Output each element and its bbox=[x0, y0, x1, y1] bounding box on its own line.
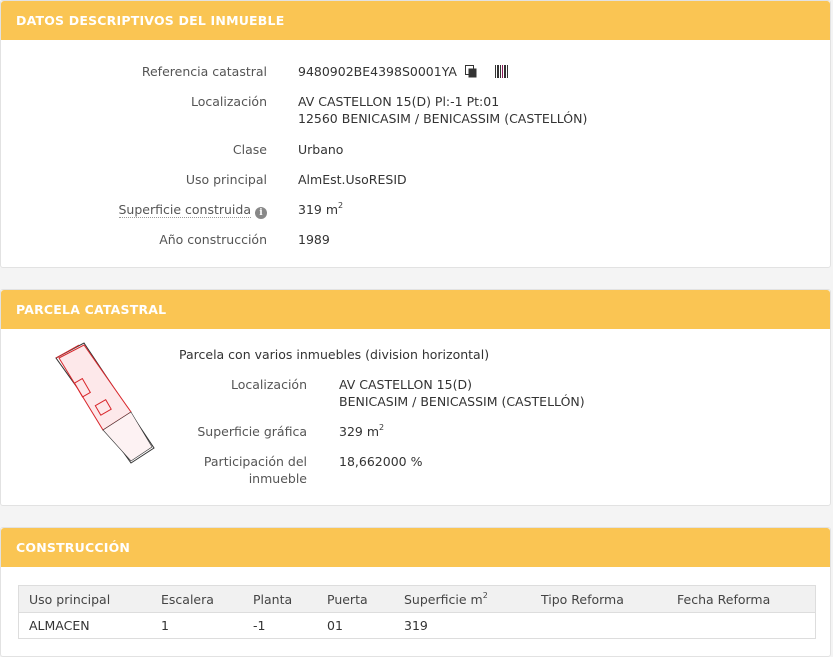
clase-label: Clase bbox=[232, 142, 267, 157]
cell-escalera: 1 bbox=[161, 618, 169, 633]
parcela-part-label-2: inmueble bbox=[248, 471, 307, 486]
loc-value-2: 12560 BENICASIM / BENICASSIM (CASTELLÓN) bbox=[298, 111, 588, 126]
ref-value: 9480902BE4398S0001YA bbox=[298, 64, 457, 79]
parcela-sup-value: 329 m bbox=[339, 424, 380, 439]
sup-label: Superficie construida bbox=[118, 202, 251, 218]
uso-label: Uso principal bbox=[185, 172, 267, 187]
info-icon[interactable]: i bbox=[255, 207, 267, 219]
col-planta: Planta bbox=[243, 585, 317, 613]
parcela-loc-label: Localización bbox=[230, 377, 307, 392]
cell-uso: ALMACEN bbox=[29, 618, 90, 633]
parcela-loc-value-1: AV CASTELLON 15(D) bbox=[339, 377, 472, 392]
ref-label: Referencia catastral bbox=[141, 64, 267, 79]
parcela-sup-label: Superficie gráfica bbox=[197, 424, 307, 439]
col-superficie-label: Superficie m bbox=[404, 591, 483, 607]
parcela-sup-unit-exp: 2 bbox=[379, 423, 385, 432]
col-puerta: Puerta bbox=[317, 585, 394, 613]
parcela-panel: PARCELA CATASTRAL Parcela con varios inm… bbox=[0, 289, 831, 506]
cell-tipo-reforma bbox=[531, 613, 667, 639]
barcode-icon[interactable] bbox=[494, 65, 508, 82]
parcela-part-value: 18,662000 % bbox=[339, 454, 423, 469]
col-fecha-reforma: Fecha Reforma bbox=[667, 585, 816, 613]
clase-value: Urbano bbox=[298, 142, 344, 157]
sup-label-wrap: Superficie construida i bbox=[118, 202, 267, 219]
loc-label: Localización bbox=[190, 94, 267, 109]
sup-unit-exp: 2 bbox=[338, 201, 344, 210]
cell-puerta: 01 bbox=[327, 618, 343, 633]
parcela-sup-value-wrap: 329 m2 bbox=[339, 423, 384, 440]
sup-value: 319 m bbox=[298, 202, 339, 217]
cell-fecha-reforma bbox=[667, 613, 816, 639]
col-superficie: Superficie m2 bbox=[394, 585, 531, 613]
construccion-panel: CONSTRUCCIÓN Uso principal Escalera Plan… bbox=[0, 527, 831, 657]
col-uso: Uso principal bbox=[18, 585, 151, 613]
parcel-map-thumbnail[interactable] bbox=[51, 340, 161, 470]
construccion-table: Uso principal Escalera Planta Puerta Sup… bbox=[18, 585, 816, 639]
parcela-part-label-1: Participación del bbox=[203, 454, 307, 469]
inmueble-panel-title: DATOS DESCRIPTIVOS DEL INMUEBLE bbox=[1, 1, 830, 40]
uso-value: AlmEst.UsoRESID bbox=[298, 172, 407, 187]
cell-planta: -1 bbox=[253, 618, 266, 633]
anio-label: Año construcción bbox=[159, 232, 267, 247]
construccion-panel-title: CONSTRUCCIÓN bbox=[1, 528, 830, 567]
anio-value: 1989 bbox=[298, 232, 330, 247]
inmueble-panel: DATOS DESCRIPTIVOS DEL INMUEBLE Referenc… bbox=[0, 0, 831, 268]
col-escalera: Escalera bbox=[151, 585, 243, 613]
copy-icon[interactable] bbox=[464, 65, 477, 82]
sup-value-wrap: 319 m2 bbox=[298, 201, 343, 218]
table-header-row: Uso principal Escalera Planta Puerta Sup… bbox=[18, 585, 816, 613]
table-row: ALMACEN 1 -1 01 319 bbox=[19, 613, 816, 639]
parcela-desc: Parcela con varios inmuebles (division h… bbox=[179, 347, 490, 362]
cell-superficie: 319 bbox=[404, 618, 428, 633]
col-superficie-exp: 2 bbox=[482, 590, 488, 600]
parcela-loc-value-2: BENICASIM / BENICASSIM (CASTELLÓN) bbox=[339, 394, 585, 409]
ref-value-wrap: 9480902BE4398S0001YA bbox=[298, 63, 508, 82]
parcela-panel-title: PARCELA CATASTRAL bbox=[1, 290, 830, 329]
col-tipo-reforma: Tipo Reforma bbox=[531, 585, 667, 613]
loc-value-1: AV CASTELLON 15(D) Pl:-1 Pt:01 bbox=[298, 94, 500, 109]
